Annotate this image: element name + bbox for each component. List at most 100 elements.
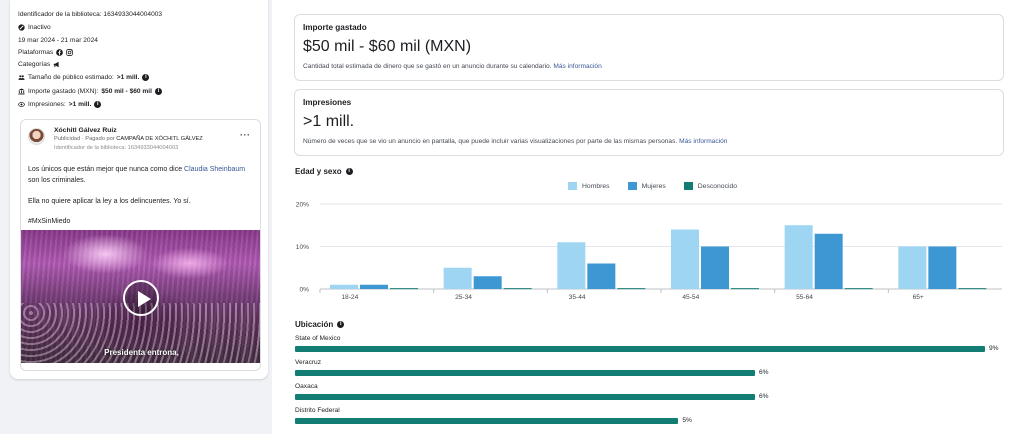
- ad-video[interactable]: Presidenta entrona,: [21, 230, 260, 363]
- video-caption: Presidenta entrona,: [104, 348, 179, 357]
- bar-desconocido-55-64[interactable]: [844, 288, 873, 290]
- instagram-icon: [66, 49, 74, 56]
- info-icon[interactable]: i: [337, 321, 345, 328]
- ad-text-part: son los criminales.: [28, 177, 86, 184]
- date-range: 19 mar 2024 - 21 mar 2024: [18, 37, 98, 44]
- y-tick-label: 10%: [296, 244, 309, 251]
- ad-text-part: Los únicos que están mejor que nunca com…: [28, 166, 185, 173]
- location-label: State of Mexico: [295, 335, 341, 342]
- ad-body-text-2: Ella no quiere aplicar la ley a los deli…: [28, 198, 191, 205]
- location-bar[interactable]: [295, 370, 755, 376]
- sponsored-by: CAMPAÑA DE XÓCHITL GÁLVEZ: [116, 136, 203, 142]
- spend-card-value: $50 mil - $60 mil (MXN): [303, 38, 472, 55]
- location-bar[interactable]: [295, 394, 755, 400]
- impressions-card-description: Número de veces que se vio un anuncio en…: [303, 138, 727, 145]
- ad-summary-card: Identificador de la biblioteca: 16349330…: [10, 0, 268, 379]
- x-tick-label: 35-44: [569, 294, 586, 301]
- more-info-link[interactable]: Más información: [679, 138, 727, 145]
- impressions-card-desc-text: Número de veces que se vio un anuncio en…: [303, 138, 678, 145]
- platforms-row: Plataformas: [18, 49, 74, 56]
- x-tick-label: 65+: [913, 294, 924, 301]
- bar-desconocido-65+[interactable]: [958, 288, 987, 290]
- age-gender-title: Edad y sexo i: [295, 167, 353, 176]
- location-bar[interactable]: [295, 346, 985, 352]
- legend-swatch: [627, 182, 637, 190]
- x-tick-label: 45-54: [682, 294, 699, 301]
- location-percent: 6%: [759, 369, 769, 376]
- x-tick-label: 55-64: [796, 294, 813, 301]
- bar-mujeres-55-64[interactable]: [814, 233, 843, 289]
- spend-card-title: Importe gastado: [303, 23, 367, 32]
- avatar[interactable]: [28, 128, 45, 145]
- bar-hombres-55-64[interactable]: [784, 225, 813, 289]
- status-text: Inactivo: [28, 24, 51, 31]
- bar-desconocido-18-24[interactable]: [390, 288, 418, 290]
- mention-link[interactable]: Claudia Sheinbaum: [184, 166, 245, 173]
- bar-mujeres-25-34[interactable]: [473, 276, 502, 289]
- bar-mujeres-45-54[interactable]: [701, 246, 729, 290]
- impressions-card-title: Impresiones: [303, 98, 352, 107]
- platforms-label: Plataformas: [18, 49, 54, 56]
- more-options-button[interactable]: ···: [240, 130, 251, 140]
- legend-swatch: [568, 182, 577, 190]
- more-info-link[interactable]: Más información: [553, 63, 601, 70]
- bar-hombres-45-54[interactable]: [671, 229, 699, 290]
- bar-hombres-65+[interactable]: [898, 246, 927, 290]
- bank-icon: [18, 88, 25, 95]
- ad-body-text: Los únicos que están mejor que nunca com…: [28, 164, 254, 186]
- bar-hombres-25-34[interactable]: [443, 267, 472, 289]
- ad-library-id: Identificador de la biblioteca: 16349330…: [54, 145, 179, 151]
- audience-label: Tamaño de público estimado:: [28, 74, 114, 81]
- bar-hombres-35-44[interactable]: [557, 242, 586, 289]
- location-title: Ubicación i: [295, 320, 345, 329]
- ad-preview-card[interactable]: Xóchitl Gálvez Ruiz Publicidad · Pagado …: [20, 119, 261, 371]
- age-gender-title-text: Edad y sexo: [295, 167, 342, 176]
- spend-card-desc-text: Cantidad total estimada de dinero que se…: [303, 63, 552, 70]
- ad-hashtag[interactable]: #MxSinMiedo: [28, 216, 254, 227]
- age-gender-chart: 0% 10% 20% 18-24 25-34 35-44 45-54 55-64 65+: [296, 202, 1002, 301]
- facebook-icon: [56, 49, 64, 56]
- eye-icon: [18, 101, 25, 108]
- legend-label: Hombres: [582, 182, 610, 190]
- location-label: Oaxaca: [295, 383, 318, 390]
- spend-label: Importe gastado (MXN):: [28, 88, 99, 95]
- sponsored-prefix: Publicidad · Pagado por: [54, 136, 117, 142]
- x-tick-label: 18-24: [341, 294, 358, 301]
- x-tick-label: 25-34: [455, 294, 472, 301]
- location-percent: 6%: [759, 393, 769, 400]
- bar-mujeres-18-24[interactable]: [360, 284, 388, 289]
- megaphone-icon: [53, 61, 59, 68]
- chart-legend: Hombres Mujeres Desconocido: [568, 182, 737, 190]
- bar-mujeres-65+[interactable]: [928, 246, 957, 290]
- legend-swatch: [683, 182, 693, 190]
- location-bar[interactable]: [295, 418, 679, 424]
- info-icon[interactable]: i: [154, 88, 162, 95]
- play-icon[interactable]: [123, 280, 159, 316]
- location-percent: 5%: [682, 417, 692, 424]
- spend-card: Importe gastado $50 mil - $60 mil (MXN) …: [294, 14, 1004, 81]
- advertiser-name[interactable]: Xóchitl Gálvez Ruiz: [54, 127, 117, 134]
- info-icon[interactable]: i: [94, 101, 102, 108]
- impressions-card: Impresiones >1 mill. Número de veces que…: [294, 89, 1004, 156]
- bar-mujeres-35-44[interactable]: [587, 263, 616, 290]
- bar-desconocido-35-44[interactable]: [617, 288, 646, 290]
- info-icon[interactable]: i: [345, 168, 353, 175]
- bar-hombres-18-24[interactable]: [330, 284, 358, 289]
- bar-desconocido-45-54[interactable]: [731, 288, 759, 290]
- spend-value: $50 mil - $60 mil: [101, 88, 152, 95]
- legend-item-mujeres[interactable]: Mujeres: [627, 182, 666, 190]
- legend-item-hombres[interactable]: Hombres: [568, 182, 610, 190]
- impressions-row: Impresiones: >1 mill. i: [18, 101, 102, 108]
- categories-label: Categorías: [18, 61, 51, 68]
- legend-label: Desconocido: [697, 182, 738, 190]
- impressions-value: >1 mill.: [68, 101, 92, 108]
- ad-detail-panel: Identificador de la biblioteca: 16349330…: [0, 0, 272, 434]
- legend-item-desconocido[interactable]: Desconocido: [683, 182, 738, 190]
- categories-row: Categorías: [18, 61, 60, 68]
- location-label: Veracruz: [295, 359, 322, 366]
- slash-circle-icon: [18, 24, 25, 31]
- info-icon[interactable]: i: [142, 74, 150, 81]
- sponsored-line: Publicidad · Pagado por CAMPAÑA DE XÓCHI…: [54, 136, 203, 142]
- bar-desconocido-25-34[interactable]: [503, 288, 532, 290]
- location-title-text: Ubicación: [295, 320, 334, 329]
